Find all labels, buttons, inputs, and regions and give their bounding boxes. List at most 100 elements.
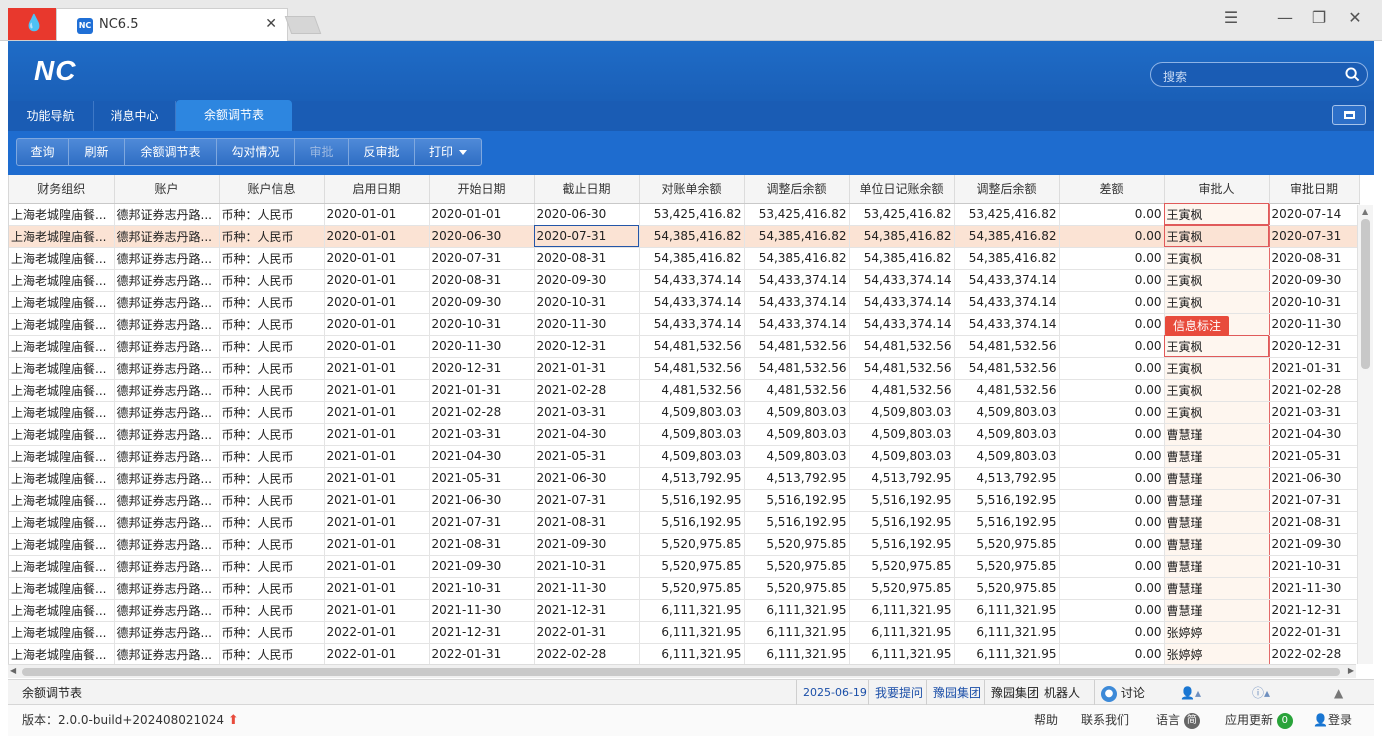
table-cell[interactable]: 币种：人民币 — [219, 357, 325, 380]
table-cell[interactable]: 币种：人民币 — [219, 335, 325, 358]
table-cell[interactable]: 6,111,321.95 — [744, 643, 850, 664]
table-cell[interactable]: 4,513,792.95 — [954, 467, 1060, 490]
table-cell[interactable]: 币种：人民币 — [219, 203, 325, 226]
table-cell[interactable]: 54,385,416.82 — [849, 225, 955, 248]
table-cell[interactable]: 54,481,532.56 — [954, 335, 1060, 358]
table-cell[interactable]: 2021-01-01 — [324, 423, 430, 446]
table-cell[interactable]: 2021-01-01 — [324, 445, 430, 468]
table-cell[interactable]: 54,385,416.82 — [744, 247, 850, 270]
table-row[interactable]: 上海老城隍庙餐... 德邦证券志丹路... 币种：人民币 2020-01-01 2020… — [9, 269, 1360, 292]
table-cell[interactable]: 2022-02-28 — [1269, 643, 1360, 664]
table-cell[interactable]: 德邦证券志丹路... — [114, 357, 220, 380]
upgrade-arrow-icon[interactable]: ⬆ — [228, 713, 239, 728]
robot-label[interactable]: 机器人 — [1044, 680, 1080, 706]
table-cell[interactable]: 2020-12-31 — [534, 335, 640, 358]
table-cell[interactable]: 4,509,803.03 — [954, 445, 1060, 468]
table-cell[interactable]: 2021-01-01 — [324, 599, 430, 622]
table-cell[interactable]: 5,516,192.95 — [954, 511, 1060, 534]
table-cell[interactable]: 5,516,192.95 — [849, 533, 955, 556]
table-cell[interactable]: 上海老城隍庙餐... — [9, 269, 115, 292]
table-cell[interactable]: 币种：人民币 — [219, 247, 325, 270]
table-cell[interactable]: 2021-02-28 — [429, 401, 535, 424]
table-row[interactable]: 上海老城隍庙餐... 德邦证券志丹路... 币种：人民币 2021-01-01 2021… — [9, 555, 1360, 578]
table-cell[interactable]: 54,433,374.14 — [744, 269, 850, 292]
table-cell[interactable]: 0.00 — [1059, 203, 1165, 226]
table-cell[interactable]: 2021-06-30 — [534, 467, 640, 490]
table-row[interactable]: 上海老城隍庙餐... 德邦证券志丹路... 币种：人民币 2021-01-01 2021… — [9, 401, 1360, 424]
discuss-button[interactable]: ● 讨论 — [1094, 680, 1145, 706]
table-row[interactable]: 上海老城隍庙餐... 德邦证券志丹路... 币种：人民币 2021-01-01 2021… — [9, 511, 1360, 534]
table-cell[interactable]: 曹慧瑾 — [1163, 555, 1270, 578]
table-cell[interactable]: 4,509,803.03 — [744, 401, 850, 424]
table-cell[interactable]: 王寅枫 — [1163, 247, 1270, 270]
table-cell[interactable]: 0.00 — [1059, 247, 1165, 270]
column-header[interactable]: 单位日记账余额 — [849, 175, 955, 204]
scroll-right-icon[interactable]: ▶ — [1348, 666, 1354, 675]
table-cell[interactable]: 2021-12-31 — [1269, 599, 1360, 622]
table-cell[interactable]: 2021-05-31 — [534, 445, 640, 468]
table-cell[interactable]: 5,516,192.95 — [639, 489, 745, 512]
table-cell[interactable]: 上海老城隍庙餐... — [9, 621, 115, 644]
table-row[interactable]: 上海老城隍庙餐... 德邦证券志丹路... 币种：人民币 2021-01-01 2021… — [9, 379, 1360, 402]
table-cell[interactable]: 0.00 — [1059, 357, 1165, 380]
vertical-scrollbar[interactable]: ▲ — [1357, 205, 1373, 664]
table-cell[interactable]: 王寅枫 — [1163, 379, 1270, 402]
table-cell[interactable]: 54,385,416.82 — [954, 225, 1060, 248]
table-cell[interactable]: 54,481,532.56 — [954, 357, 1060, 380]
table-cell[interactable]: 上海老城隍庙餐... — [9, 489, 115, 512]
table-row[interactable]: 上海老城隍庙餐... 德邦证券志丹路... 币种：人民币 2021-01-01 2021… — [9, 577, 1360, 600]
help-link[interactable]: 帮助 — [1034, 705, 1058, 736]
table-cell[interactable]: 2021-10-31 — [1269, 555, 1360, 578]
table-cell[interactable]: 2021-03-31 — [1269, 401, 1360, 424]
table-cell[interactable]: 53,425,416.82 — [849, 203, 955, 226]
table-cell[interactable]: 2021-11-30 — [429, 599, 535, 622]
table-cell[interactable]: 2021-04-30 — [534, 423, 640, 446]
table-cell[interactable]: 54,433,374.14 — [849, 269, 955, 292]
table-cell[interactable]: 2021-04-30 — [1269, 423, 1360, 446]
horizontal-scrollbar[interactable]: ◀ ▶ — [8, 664, 1356, 678]
table-cell[interactable]: 2021-01-01 — [324, 401, 430, 424]
table-cell[interactable]: 54,433,374.14 — [639, 313, 745, 336]
table-cell[interactable]: 2021-01-31 — [1269, 357, 1360, 380]
table-cell[interactable]: 上海老城隍庙餐... — [9, 379, 115, 402]
table-cell[interactable]: 币种：人民币 — [219, 577, 325, 600]
table-cell[interactable]: 币种：人民币 — [219, 445, 325, 468]
table-cell[interactable]: 5,520,975.85 — [744, 577, 850, 600]
table-cell[interactable]: 4,509,803.03 — [744, 445, 850, 468]
table-cell[interactable]: 币种：人民币 — [219, 643, 325, 664]
table-cell[interactable]: 4,481,532.56 — [954, 379, 1060, 402]
table-cell[interactable]: 德邦证券志丹路... — [114, 225, 220, 248]
table-cell[interactable]: 0.00 — [1059, 467, 1165, 490]
table-cell[interactable]: 54,385,416.82 — [639, 247, 745, 270]
table-cell[interactable]: 2022-01-31 — [534, 621, 640, 644]
table-cell[interactable]: 2020-06-30 — [429, 225, 535, 248]
table-cell[interactable]: 2021-09-30 — [429, 555, 535, 578]
table-cell[interactable]: 2020-08-31 — [1269, 247, 1360, 270]
user-panel-icon[interactable]: 👤▴ — [1180, 680, 1201, 706]
table-cell[interactable]: 币种：人民币 — [219, 313, 325, 336]
column-header[interactable]: 启用日期 — [324, 175, 430, 204]
table-row[interactable]: 上海老城隍庙餐... 德邦证券志丹路... 币种：人民币 2020-01-01 2020… — [9, 313, 1360, 336]
column-header[interactable]: 差额 — [1059, 175, 1165, 204]
table-cell[interactable]: 5,520,975.85 — [744, 555, 850, 578]
table-cell[interactable]: 6,111,321.95 — [639, 643, 745, 664]
table-cell[interactable]: 54,385,416.82 — [954, 247, 1060, 270]
table-cell[interactable]: 0.00 — [1059, 313, 1165, 336]
table-cell[interactable]: 德邦证券志丹路... — [114, 489, 220, 512]
table-cell[interactable]: 0.00 — [1059, 643, 1165, 664]
table-cell[interactable]: 2022-01-31 — [429, 643, 535, 664]
table-cell[interactable]: 5,520,975.85 — [639, 577, 745, 600]
column-header[interactable]: 财务组织 — [9, 175, 115, 204]
table-cell[interactable]: 2020-07-31 — [1269, 225, 1360, 248]
table-cell[interactable]: 德邦证券志丹路... — [114, 247, 220, 270]
table-row[interactable]: 上海老城隍庙餐... 德邦证券志丹路... 币种：人民币 2022-01-01 2021… — [9, 621, 1360, 644]
table-cell[interactable]: 2021-04-30 — [429, 445, 535, 468]
table-cell[interactable]: 4,509,803.03 — [639, 401, 745, 424]
table-cell[interactable]: 2020-10-31 — [1269, 291, 1360, 314]
table-cell[interactable]: 曹慧瑾 — [1163, 467, 1270, 490]
column-header[interactable]: 截止日期 — [534, 175, 640, 204]
table-cell[interactable]: 2021-12-31 — [534, 599, 640, 622]
column-header[interactable]: 账户信息 — [219, 175, 325, 204]
table-cell[interactable]: 54,433,374.14 — [639, 269, 745, 292]
table-cell[interactable]: 币种：人民币 — [219, 225, 325, 248]
